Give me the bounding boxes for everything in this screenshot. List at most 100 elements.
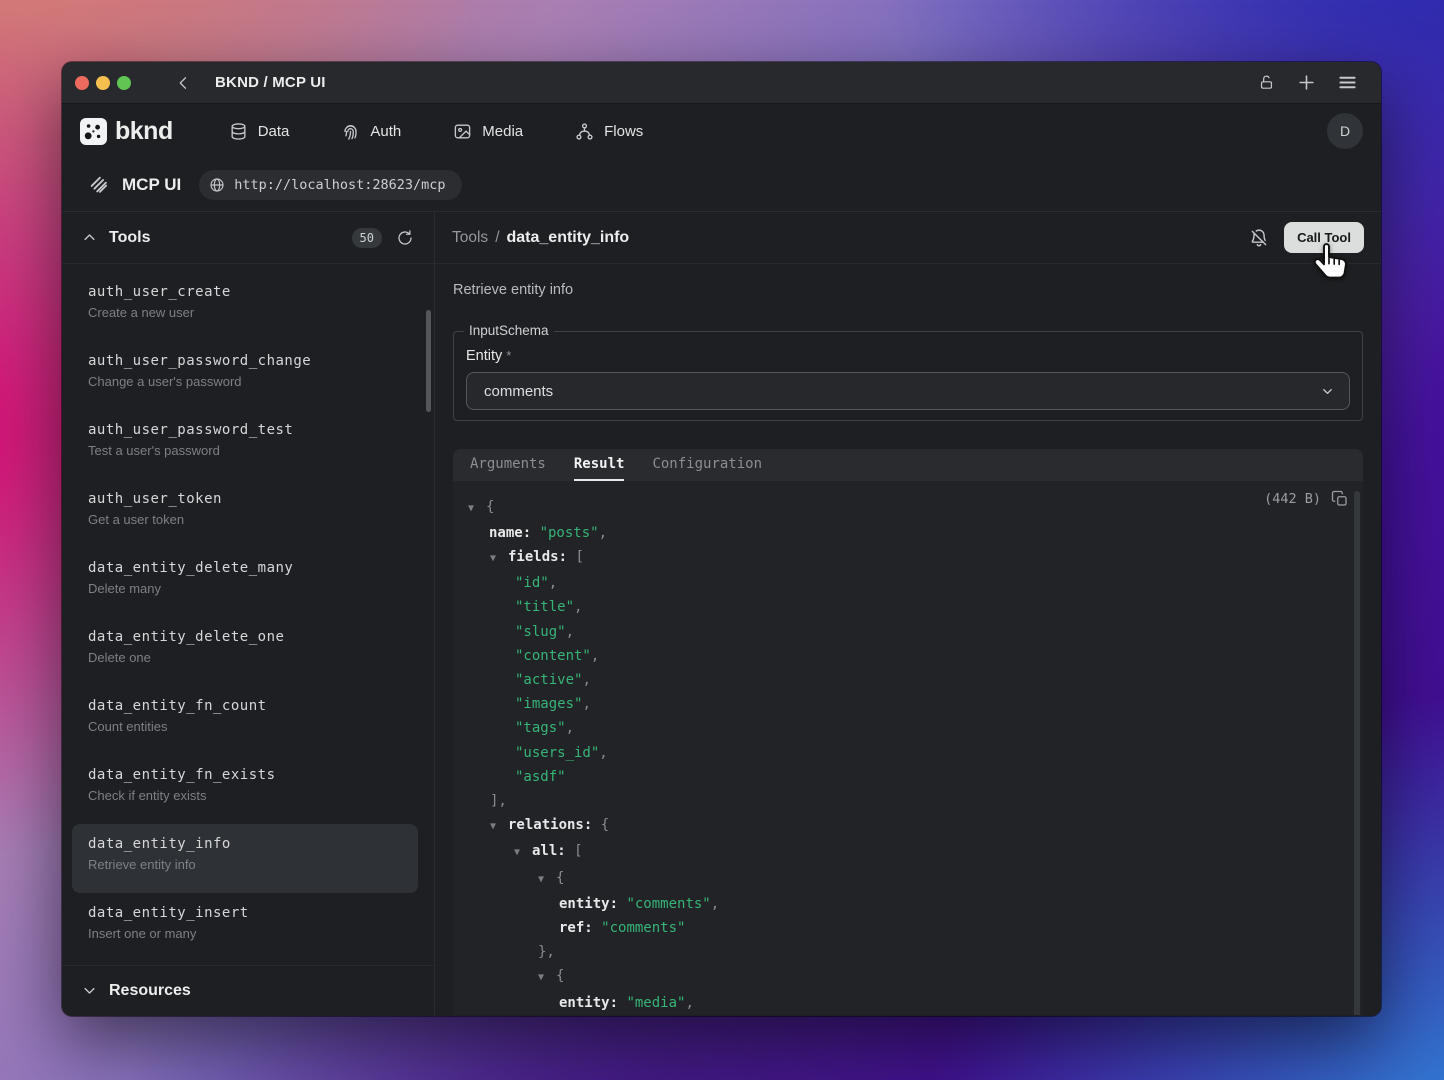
resources-section-header[interactable]: Resources bbox=[62, 965, 434, 1015]
subheader: MCP UI http://localhost:28623/mcp bbox=[62, 158, 1381, 212]
json-line: entity: "media", bbox=[468, 991, 1348, 1015]
tool-name: auth_user_password_change bbox=[88, 353, 418, 369]
tools-section-label: Tools bbox=[109, 229, 150, 247]
json-line: ▼{ bbox=[468, 866, 1348, 892]
collapse-triangle-icon[interactable]: ▼ bbox=[490, 547, 508, 571]
tool-item[interactable]: data_entity_insert Insert one or many bbox=[72, 893, 418, 962]
nav-label-data: Data bbox=[258, 123, 290, 140]
database-icon bbox=[229, 122, 248, 141]
fingerprint-icon bbox=[341, 122, 360, 141]
zoom-window-button[interactable] bbox=[117, 76, 131, 90]
tool-item[interactable]: data_entity_delete_one Delete one bbox=[72, 617, 418, 686]
tool-item[interactable]: auth_user_password_change Change a user'… bbox=[72, 341, 418, 410]
tool-item[interactable]: data_entity_fn_count Count entities bbox=[72, 686, 418, 755]
chevron-up-icon bbox=[82, 230, 97, 245]
tool-item[interactable]: data_entity_info Retrieve entity info bbox=[72, 824, 418, 893]
entity-select[interactable]: comments bbox=[466, 372, 1350, 410]
new-tab-icon[interactable] bbox=[1297, 73, 1316, 92]
tool-item[interactable]: data_entity_fn_exists Check if entity ex… bbox=[72, 755, 418, 824]
globe-icon bbox=[209, 177, 225, 193]
json-line: ], bbox=[468, 789, 1348, 813]
json-result-viewer: (442 B) ▼{name: "posts",▼fields: ["id","… bbox=[453, 481, 1363, 1015]
resources-section-label: Resources bbox=[109, 982, 191, 1000]
app-navbar: bknd Data Auth Media Flows D bbox=[62, 104, 1381, 158]
json-line: "active", bbox=[468, 668, 1348, 692]
nav-item-data[interactable]: Data bbox=[229, 122, 290, 141]
tool-name: data_entity_fn_exists bbox=[88, 767, 418, 783]
server-url-pill[interactable]: http://localhost:28623/mcp bbox=[199, 170, 461, 200]
tab-configuration[interactable]: Configuration bbox=[652, 449, 762, 481]
required-asterisk: * bbox=[506, 348, 511, 363]
tab-arguments[interactable]: Arguments bbox=[470, 449, 546, 481]
tool-description: Test a user's password bbox=[88, 443, 418, 458]
main-panel: Tools / data_entity_info Call Tool Retri… bbox=[435, 212, 1381, 1015]
tool-name: data_entity_fn_count bbox=[88, 698, 418, 714]
sidebar-scrollbar[interactable] bbox=[426, 310, 431, 412]
json-line: ▼{ bbox=[468, 495, 1348, 521]
tools-count-badge: 50 bbox=[352, 228, 382, 248]
nav-item-flows[interactable]: Flows bbox=[575, 122, 643, 141]
brand-name: bknd bbox=[115, 117, 173, 146]
brand-logo[interactable]: bknd bbox=[80, 117, 173, 146]
tool-description: Check if entity exists bbox=[88, 788, 418, 803]
nav-label-flows: Flows bbox=[604, 123, 643, 140]
collapse-triangle-icon[interactable]: ▼ bbox=[468, 497, 486, 521]
tool-description: Retrieve entity info bbox=[453, 282, 1363, 298]
collapse-triangle-icon[interactable]: ▼ bbox=[538, 868, 556, 892]
json-line: ▼relations: { bbox=[468, 813, 1348, 839]
tool-description: Count entities bbox=[88, 719, 418, 734]
flow-icon bbox=[575, 122, 594, 141]
titlebar: BKND / MCP UI bbox=[62, 62, 1381, 104]
json-line: name: "posts", bbox=[468, 521, 1348, 545]
json-line: "images", bbox=[468, 692, 1348, 716]
breadcrumb-current: data_entity_info bbox=[507, 229, 630, 247]
tool-description: Get a user token bbox=[88, 512, 418, 527]
nav-item-auth[interactable]: Auth bbox=[341, 122, 401, 141]
back-icon[interactable] bbox=[175, 74, 193, 92]
breadcrumb-section[interactable]: Tools bbox=[452, 229, 488, 247]
chevron-down-icon bbox=[82, 983, 97, 998]
tool-detail-header: Tools / data_entity_info Call Tool bbox=[435, 212, 1381, 264]
bell-off-icon[interactable] bbox=[1249, 228, 1269, 248]
json-line: "id", bbox=[468, 571, 1348, 595]
tool-description: Create a new user bbox=[88, 305, 418, 320]
close-window-button[interactable] bbox=[75, 76, 89, 90]
tool-item[interactable]: data_entity_delete_many Delete many bbox=[72, 548, 418, 617]
minimize-window-button[interactable] bbox=[96, 76, 110, 90]
call-tool-button[interactable]: Call Tool bbox=[1284, 222, 1364, 253]
tool-name: auth_user_create bbox=[88, 284, 418, 300]
tab-result[interactable]: Result bbox=[574, 449, 625, 481]
mcp-logo-icon bbox=[88, 174, 110, 196]
json-line: }, bbox=[468, 940, 1348, 964]
copy-icon[interactable] bbox=[1331, 490, 1349, 508]
tool-item[interactable]: auth_user_password_test Test a user's pa… bbox=[72, 410, 418, 479]
json-line: "content", bbox=[468, 644, 1348, 668]
collapse-triangle-icon[interactable]: ▼ bbox=[538, 966, 556, 990]
menu-icon[interactable] bbox=[1338, 73, 1357, 92]
tool-item[interactable]: auth_user_token Get a user token bbox=[72, 479, 418, 548]
nav-item-media[interactable]: Media bbox=[453, 122, 523, 141]
tool-name: auth_user_token bbox=[88, 491, 418, 507]
lock-open-icon[interactable] bbox=[1258, 74, 1275, 91]
result-size-label: (442 B) bbox=[1264, 491, 1321, 507]
chevron-down-icon bbox=[1320, 384, 1335, 399]
entity-field-label: Entity* bbox=[466, 348, 1350, 364]
json-line: "tags", bbox=[468, 716, 1348, 740]
tool-description: Delete one bbox=[88, 650, 418, 665]
tool-description: Retrieve entity info bbox=[88, 857, 418, 872]
refresh-icon[interactable] bbox=[396, 229, 414, 247]
nav-label-auth: Auth bbox=[370, 123, 401, 140]
tools-section-header[interactable]: Tools 50 bbox=[62, 212, 434, 264]
tool-item[interactable]: auth_user_create Create a new user bbox=[72, 272, 418, 341]
tool-name: auth_user_password_test bbox=[88, 422, 418, 438]
json-line: "users_id", bbox=[468, 741, 1348, 765]
server-url: http://localhost:28623/mcp bbox=[234, 177, 445, 193]
fieldset-legend: InputSchema bbox=[464, 323, 554, 338]
nav-label-media: Media bbox=[482, 123, 523, 140]
result-scrollbar[interactable] bbox=[1354, 491, 1360, 1015]
collapse-triangle-icon[interactable]: ▼ bbox=[490, 815, 508, 839]
user-avatar[interactable]: D bbox=[1327, 113, 1363, 149]
entity-select-value: comments bbox=[484, 383, 553, 400]
json-line: ▼fields: [ bbox=[468, 545, 1348, 571]
collapse-triangle-icon[interactable]: ▼ bbox=[514, 841, 532, 865]
